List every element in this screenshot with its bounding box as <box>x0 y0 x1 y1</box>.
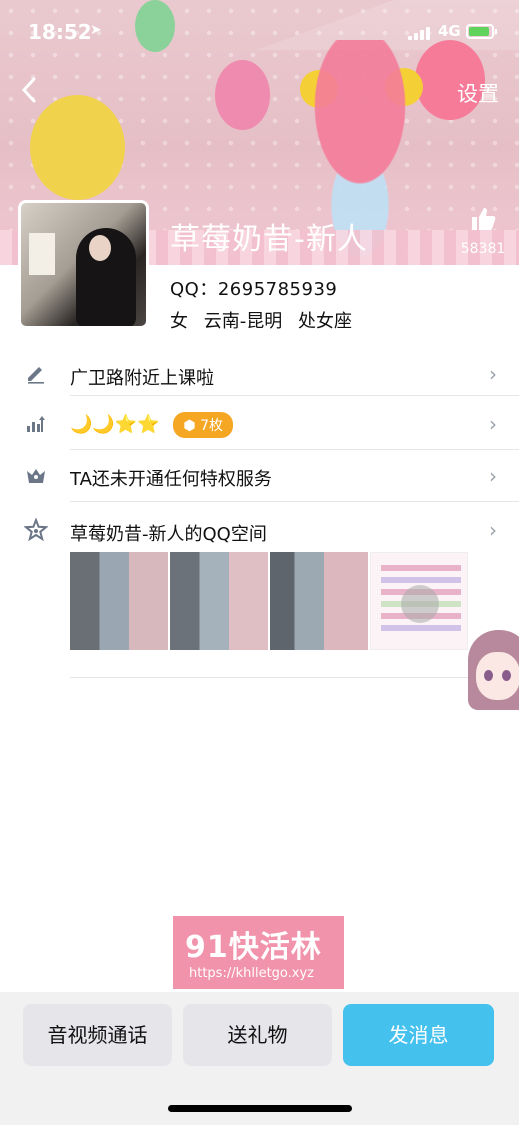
qzone-photo[interactable] <box>270 552 368 650</box>
like-button[interactable]: 58381 <box>458 205 508 257</box>
signal-icon <box>408 26 434 40</box>
level-badge-text: 7枚 <box>200 418 224 434</box>
qq-number: QQ：2695785939 <box>170 279 338 300</box>
chevron-right-icon: › <box>489 362 497 386</box>
star-icon: ⭐ <box>137 414 160 435</box>
sticker-eye <box>484 670 493 681</box>
divider <box>70 449 519 450</box>
status-time: 18:52 <box>28 20 92 44</box>
star-outline-icon <box>23 517 49 542</box>
signature-row[interactable]: 广卫路附近上课啦 › <box>0 356 519 396</box>
chevron-right-icon: › <box>489 412 497 436</box>
star-icon: ⭐ <box>114 414 138 435</box>
gender: 女 <box>170 311 188 332</box>
level-badge: ⬢ 7枚 <box>173 412 234 438</box>
watermark-title: 91快活林 <box>185 930 322 965</box>
signature-text: 广卫路附近上课啦 <box>70 368 214 389</box>
message-button[interactable]: 发消息 <box>343 1004 494 1066</box>
watermark: 91快活林 https://khlletgo.xyz <box>173 916 344 989</box>
balloon-decoration <box>30 95 125 200</box>
moon-icon: 🌙 <box>92 414 115 435</box>
location-arrow-icon: ➤ <box>90 22 102 38</box>
privilege-row[interactable]: TA还未开通任何特权服务 › <box>0 458 519 502</box>
moon-icon: 🌙 <box>70 414 93 435</box>
floating-anime-sticker[interactable] <box>462 630 519 750</box>
chevron-right-icon: › <box>489 518 497 542</box>
qzone-photo[interactable] <box>70 552 168 650</box>
chevron-right-icon: › <box>489 464 497 488</box>
divider <box>70 395 519 396</box>
balloon-decoration <box>215 60 270 130</box>
like-count: 58381 <box>460 241 506 257</box>
zodiac: 处女座 <box>297 311 352 332</box>
location: 云南-昆明 <box>203 311 283 332</box>
back-icon[interactable] <box>20 76 50 106</box>
home-indicator[interactable] <box>168 1105 352 1112</box>
settings-button[interactable]: 设置 <box>457 78 499 108</box>
avatar-face <box>89 235 111 261</box>
sticker-eye <box>502 670 511 681</box>
divider <box>70 677 519 678</box>
qzone-text: 草莓奶昔-新人的QQ空间 <box>70 524 267 545</box>
avatar[interactable] <box>18 200 149 329</box>
level-up-icon <box>24 412 48 436</box>
qzone-photo[interactable] <box>170 552 268 650</box>
level-icons: 🌙🌙⭐⭐ ⬢ 7枚 <box>70 412 234 438</box>
avatar-sign <box>29 233 55 275</box>
sticker-face <box>476 652 519 700</box>
profile-meta: 女 云南-昆明 处女座 <box>170 307 362 333</box>
profile-name: 草莓奶昔-新人 <box>170 222 368 257</box>
level-row[interactable]: 🌙🌙⭐⭐ ⬢ 7枚 › <box>0 406 519 450</box>
privilege-text: TA还未开通任何特权服务 <box>70 469 272 490</box>
qzone-photos <box>70 552 470 650</box>
gift-button[interactable]: 送礼物 <box>183 1004 332 1066</box>
network-type: 4G <box>438 22 461 40</box>
watermark-url: https://khlletgo.xyz <box>189 966 315 981</box>
divider <box>70 501 519 502</box>
thumbs-up-icon <box>458 205 508 239</box>
pencil-icon <box>24 362 48 386</box>
status-bar: 18:52 ➤ 4G <box>0 0 519 60</box>
call-button[interactable]: 音视频通话 <box>23 1004 172 1066</box>
crown-icon <box>24 464 48 488</box>
qzone-photo[interactable] <box>370 552 468 650</box>
battery-icon <box>466 24 497 39</box>
